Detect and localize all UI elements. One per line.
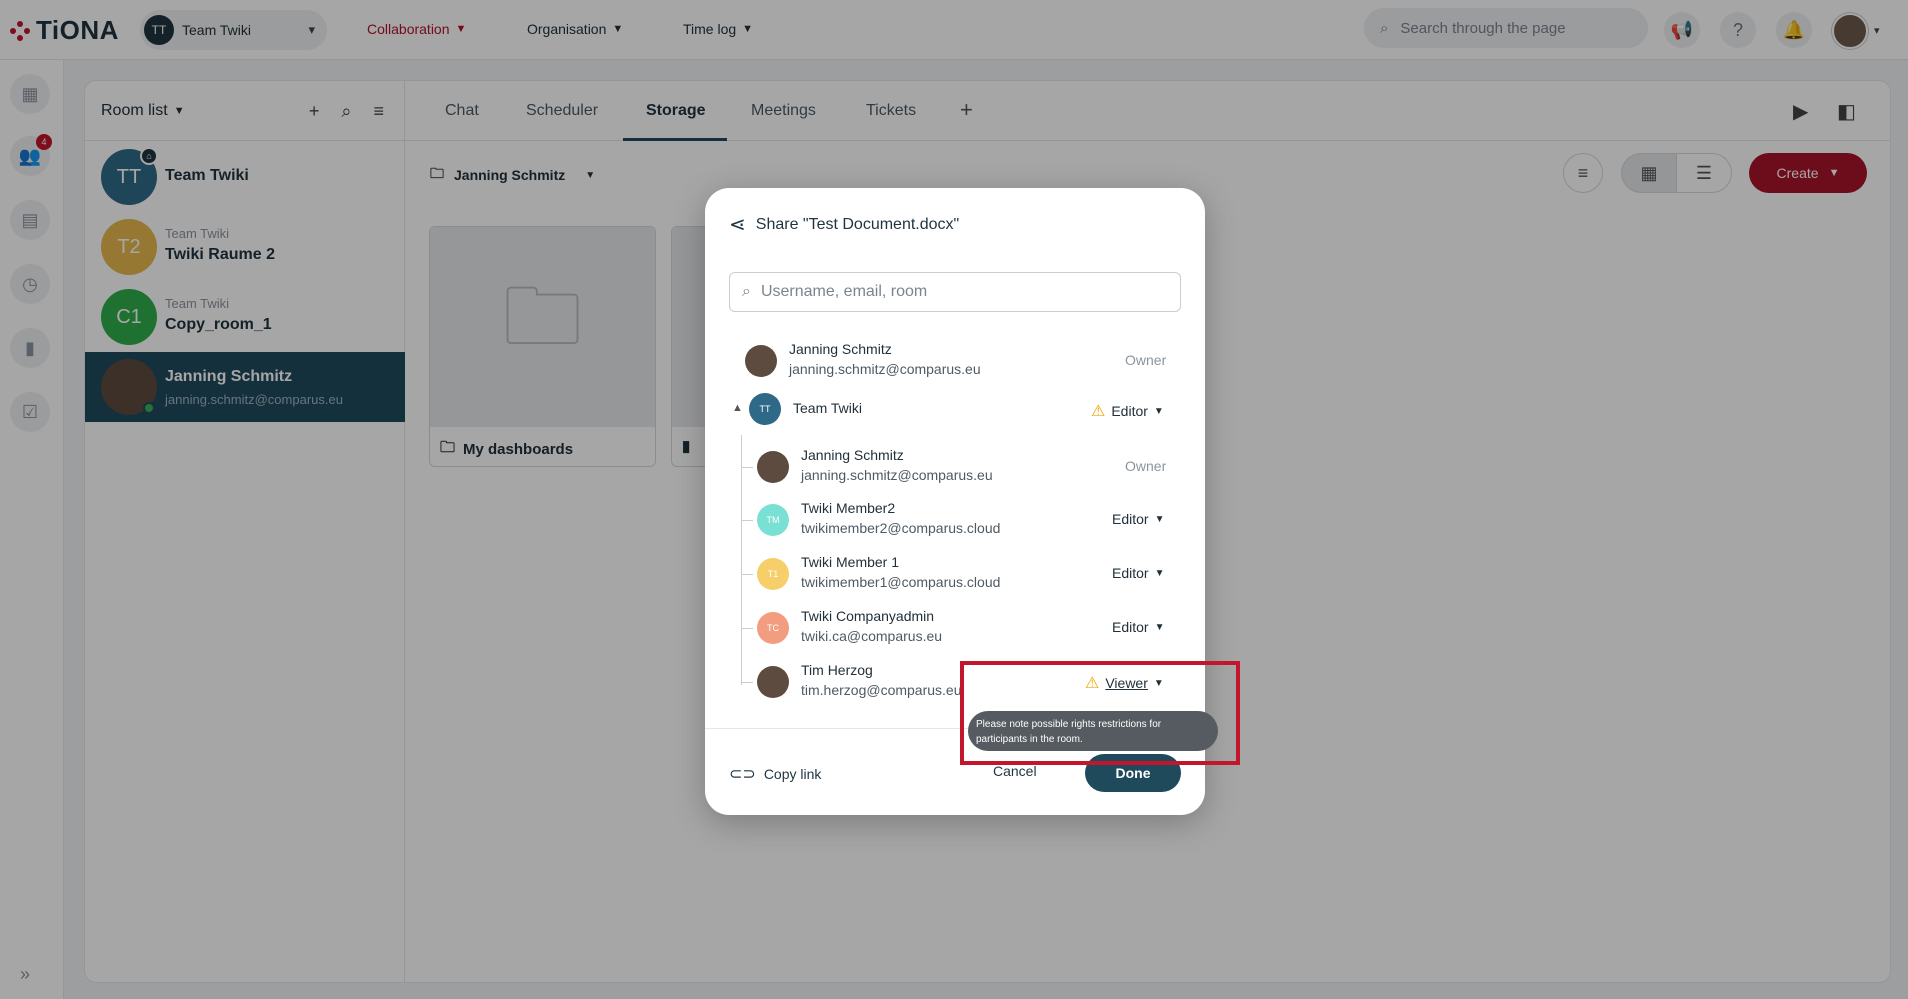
member-email: janning.schmitz@comparus.eu: [789, 361, 981, 377]
role-label: Editor: [1112, 511, 1149, 527]
chevron-down-icon: ▼: [1154, 513, 1165, 525]
group-avatar: TT: [749, 393, 781, 425]
member-row: Janning Schmitz janning.schmitz@comparus…: [757, 445, 1057, 489]
chevron-down-icon: ▼: [1154, 621, 1165, 633]
role-dropdown[interactable]: Editor ▼: [1112, 511, 1164, 527]
member-name: Janning Schmitz: [801, 447, 904, 463]
member-row: T1 Twiki Member 1 twikimember1@comparus.…: [757, 552, 1057, 596]
group-name: Team Twiki: [793, 400, 862, 416]
share-search[interactable]: ⌕: [729, 272, 1181, 312]
member-name: Janning Schmitz: [789, 341, 892, 357]
tree-branch: [741, 520, 753, 521]
chevron-up-icon[interactable]: ▲: [732, 402, 743, 414]
member-name: Tim Herzog: [801, 662, 873, 678]
link-icon: ⊂⊃: [729, 766, 756, 783]
member-name: Twiki Member 1: [801, 554, 900, 570]
role-dropdown[interactable]: ⚠ Editor ▼: [1091, 401, 1164, 421]
member-email: twikimember1@comparus.cloud: [801, 574, 1001, 590]
tree-branch: [741, 467, 753, 468]
avatar: [745, 345, 777, 377]
share-search-input[interactable]: [760, 283, 1161, 301]
role-label: Editor: [1111, 403, 1148, 419]
member-row: TM Twiki Member2 twikimember2@comparus.c…: [757, 498, 1057, 542]
tree-branch: [741, 682, 753, 683]
copy-link-button[interactable]: ⊂⊃ Copy link: [729, 764, 821, 784]
chevron-down-icon: ▼: [1153, 405, 1164, 417]
member-email: tim.herzog@comparus.eu: [801, 682, 962, 698]
member-email: twikimember2@comparus.cloud: [801, 520, 1001, 536]
highlight-box: [960, 661, 1240, 765]
member-avatar: T1: [757, 558, 789, 590]
chevron-down-icon: ▼: [1154, 567, 1165, 579]
dialog-title-text: Share "Test Document.docx": [755, 215, 960, 233]
member-email: twiki.ca@comparus.eu: [801, 628, 943, 644]
avatar: [757, 451, 789, 483]
tree-branch: [741, 628, 753, 629]
member-avatar: TC: [757, 612, 789, 644]
role-dropdown[interactable]: Editor ▼: [1112, 565, 1164, 581]
member-avatar: TM: [757, 504, 789, 536]
copy-link-label: Copy link: [763, 766, 822, 782]
role-label: Editor: [1112, 565, 1149, 581]
member-row: TC Twiki Companyadmin twiki.ca@comparus.…: [757, 606, 1057, 650]
member-email: janning.schmitz@comparus.eu: [801, 467, 993, 483]
member-row: Tim Herzog tim.herzog@comparus.eu: [757, 660, 962, 704]
share-icon: ⋖: [729, 214, 746, 236]
warning-icon: ⚠: [1091, 403, 1106, 420]
role-label: Editor: [1112, 619, 1149, 635]
tree-branch: [741, 574, 753, 575]
member-row: Janning Schmitz janning.schmitz@comparus…: [745, 339, 1145, 383]
avatar: [757, 666, 789, 698]
member-name: Twiki Member2: [801, 500, 896, 516]
cancel-button[interactable]: Cancel: [993, 763, 1037, 779]
member-name: Twiki Companyadmin: [801, 608, 935, 624]
search-icon: ⌕: [742, 283, 751, 300]
member-role: Owner: [1125, 458, 1167, 474]
role-dropdown[interactable]: Editor ▼: [1112, 619, 1164, 635]
group-row[interactable]: TT Team Twiki: [749, 387, 1049, 431]
tree-connector: [741, 435, 742, 685]
member-role: Owner: [1125, 352, 1167, 368]
dialog-title: ⋖ Share "Test Document.docx": [729, 212, 959, 237]
